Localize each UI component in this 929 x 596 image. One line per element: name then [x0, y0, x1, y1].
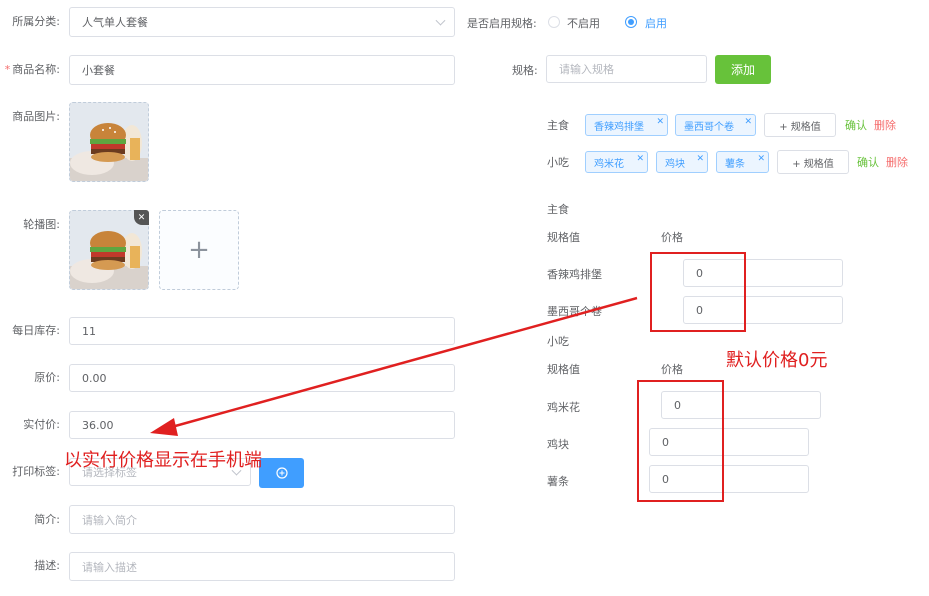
- annotation-arrow: [150, 296, 638, 436]
